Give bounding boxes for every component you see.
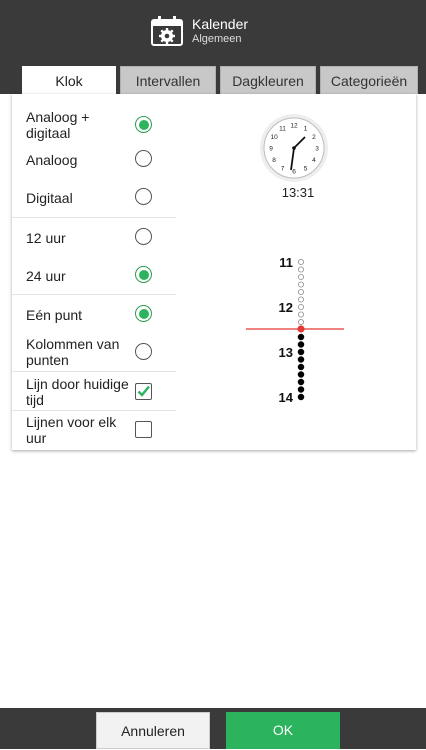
checkbox-lijnen-voor-elk-uur[interactable] [135,421,152,438]
clock-numeral: 3 [315,146,319,153]
option-label: Digitaal [26,190,73,206]
timeline-dot-future [297,348,305,356]
divider [12,217,176,218]
timeline-dot-future [297,333,305,341]
timeline-dot-future [297,393,305,401]
radio-een-punt[interactable] [135,305,152,322]
divider [12,294,176,295]
divider [12,410,176,411]
button-bar [0,708,426,749]
option-24-uur[interactable]: 24 uur [12,260,176,290]
page-subtitle: Algemeen [192,33,242,45]
timeline-hour-label: 12 [279,300,293,315]
clock-numeral: 10 [270,134,278,141]
radio-digitaal[interactable] [135,188,152,205]
timeline-dot-future [297,386,305,393]
digital-time: 13:31 [281,185,315,200]
option-label: 24 uur [26,268,66,284]
option-label: Lijnen voor elk uur [26,414,117,446]
tab-categorieen[interactable]: Categorieën [320,66,418,94]
timeline-dot-past [297,303,305,311]
option-label: Analoog + digitaal [26,109,90,141]
timeline-dot-past [297,281,305,288]
option-kolommen-van-punten[interactable]: Kolommen van punten [12,334,176,370]
analog-clock-preview: 12 1234567891011 [260,114,328,182]
clock-numeral: 4 [312,157,316,164]
divider [12,371,176,372]
timeline-hour-label: 14 [279,390,294,405]
option-label: Lijn door huidige tijd [26,376,129,408]
ok-button[interactable]: OK [226,712,340,749]
option-digitaal[interactable]: Digitaal [12,184,176,214]
timeline-hour-label: 13 [279,345,293,360]
cancel-button[interactable]: Annuleren [96,712,210,749]
clock-numeral: 12 [290,123,298,130]
clock-numeral: 8 [272,157,276,164]
page-title: Kalender [192,16,249,32]
option-label: 12 uur [26,230,66,246]
clock-numeral: 5 [304,165,308,172]
option-12-uur[interactable]: 12 uur [12,222,176,252]
checkmark-icon [137,385,150,397]
radio-12-uur[interactable] [135,228,152,245]
timeline-dot-past [297,266,305,273]
clock-numeral: 1 [304,126,308,133]
timeline-dot-future [297,363,305,371]
tab-intervallen[interactable]: Intervallen [120,66,216,94]
timeline-dot-past [297,296,305,303]
timeline-dot-past [297,288,305,296]
settings-panel: Analoog + digitaal Analoog Digitaal 12 u… [12,94,416,450]
current-time-dot [297,325,305,333]
timeline-dot-future [297,356,305,363]
timeline-hour-label: 11 [279,255,293,270]
clock-numeral: 6 [292,169,296,176]
timeline-dot-past [297,318,305,326]
clock-numeral: 9 [269,146,273,153]
clock-numeral: 7 [281,165,285,172]
option-label: Analoog [26,152,78,168]
timeline-dot-past [297,273,305,281]
timeline-dot-future [297,371,305,378]
tab-dagkleuren[interactable]: Dagkleuren [220,66,316,94]
radio-analoog[interactable] [135,150,152,167]
clock-numeral: 2 [312,134,316,141]
option-lijnen-voor-elk-uur[interactable]: Lijnen voor elk uur [12,412,176,448]
clock-center [292,146,296,150]
tab-klok[interactable]: Klok [22,66,116,94]
option-lijn-door-huidige-tijd[interactable]: Lijn door huidige tijd [12,374,176,410]
option-analoog[interactable]: Analoog [12,146,176,176]
calendar-settings-icon [151,16,183,46]
timeline-dot-past [297,311,305,318]
radio-analoog-digitaal[interactable] [135,116,152,133]
clock-numeral: 11 [279,126,286,133]
timeline-dot-future [297,341,305,348]
timeline-preview: 11 12 13 14 [246,255,344,405]
option-analoog-digitaal[interactable]: Analoog + digitaal [12,106,176,144]
option-een-punt[interactable]: Eén punt [12,300,176,330]
radio-24-uur[interactable] [135,266,152,283]
timeline-dot-future [297,378,305,386]
checkbox-lijn-door-huidige-tijd[interactable] [135,383,152,400]
option-label: Eén punt [26,307,83,323]
option-label: Kolommen van punten [26,336,120,368]
timeline-dot-past [297,258,305,266]
radio-kolommen-van-punten[interactable] [135,343,152,360]
